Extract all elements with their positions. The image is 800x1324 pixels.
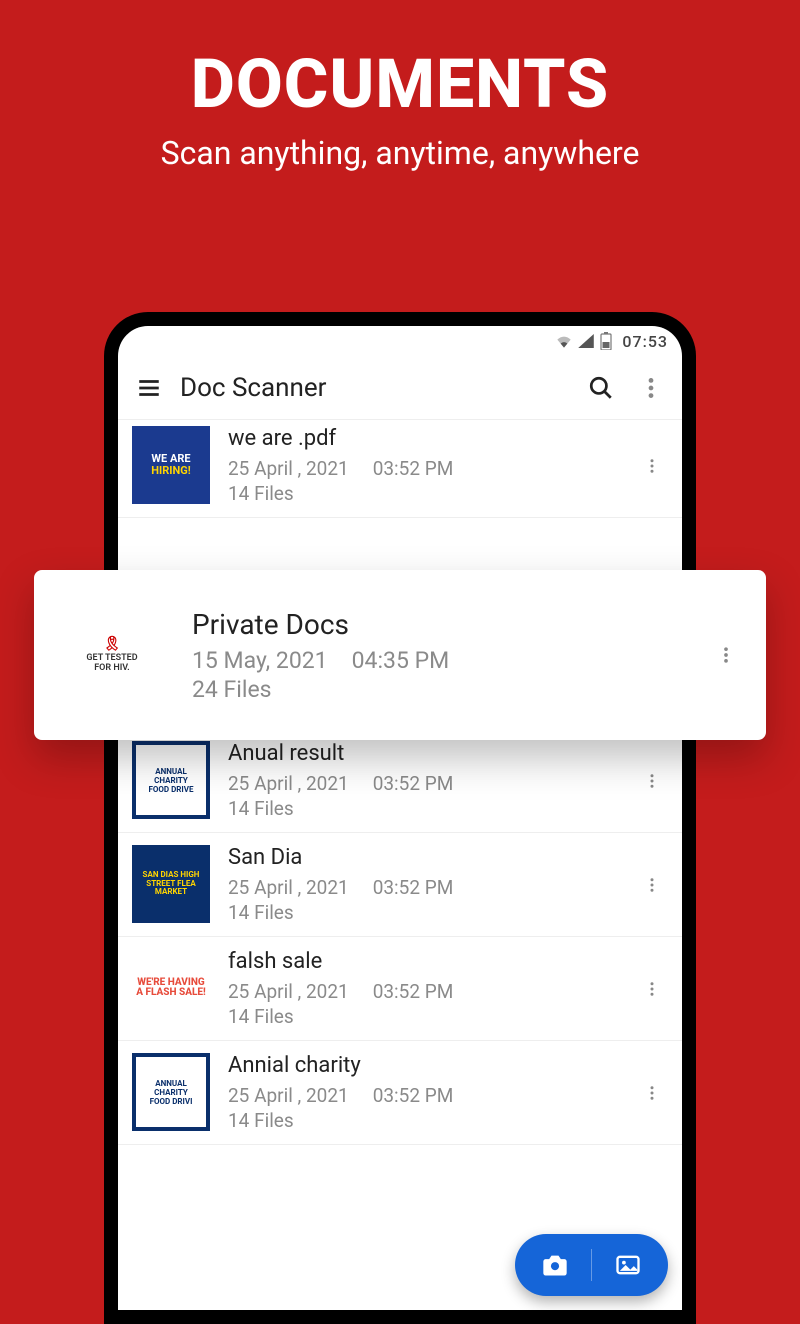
thumb-text: ANNUAL CHARITY [140,767,202,785]
list-item-thumbnail: WE ARE HIRING! [132,426,210,504]
list-item-date: 25 April , 2021 [228,772,349,795]
list-item-time: 03:52 PM [373,1084,454,1107]
list-item-date: 25 April , 2021 [228,1084,349,1107]
list-item-body: Annial charity 25 April , 2021 03:52 PM 1… [228,1053,636,1132]
list-item-more-button[interactable] [636,769,668,793]
highlight-time: 04:35 PM [352,647,450,674]
list-item-count: 14 Files [228,482,636,505]
list-item[interactable]: ANNUAL CHARITY FOOD DRIVE Anual result 2… [118,729,682,833]
highlight-thumbnail: 🎗 GET TESTED FOR HIV. [58,601,166,709]
status-bar: 07:53 [118,326,682,356]
menu-icon[interactable] [136,375,162,401]
battery-icon [600,332,612,350]
list-item[interactable]: ANNUAL CHARITY FOOD DRIVI Annial charity… [118,1041,682,1145]
list-item-body: we are .pdf 25 April , 2021 03:52 PM 14 F… [228,426,636,505]
list-item-body: Anual result 25 April , 2021 03:52 PM 14 … [228,741,636,820]
list-item[interactable]: WE ARE HIRING! we are .pdf 25 April , 20… [118,420,682,518]
list-item-title: San Dia [228,845,636,870]
highlight-card[interactable]: 🎗 GET TESTED FOR HIV. Private Docs 15 Ma… [34,570,766,740]
list-item-time: 03:52 PM [373,457,454,480]
list-item-date: 25 April , 2021 [228,980,349,1003]
list-item-title: Annial charity [228,1053,636,1078]
page-subtitle: Scan anything, anytime, anywhere [0,134,800,172]
gallery-icon[interactable] [614,1251,642,1279]
list-item-more-button[interactable] [636,454,668,478]
scan-fab[interactable] [515,1234,668,1296]
list-item-date: 25 April , 2021 [228,457,349,480]
list-item-title: Anual result [228,741,636,766]
phone-frame: 07:53 Doc Scanner WE ARE HIRING! we are … [104,312,696,1324]
list-item-time: 03:52 PM [373,876,454,899]
list-item[interactable]: SAN DIAS HIGH STREET FLEA MARKET San Dia… [118,833,682,937]
list-item-title: falsh sale [228,949,636,974]
highlight-title: Private Docs [192,608,710,641]
list-item-thumbnail: ANNUAL CHARITY FOOD DRIVE [132,741,210,819]
camera-icon[interactable] [541,1251,569,1279]
thumb-text: A FLASH SALE! [136,988,205,999]
highlight-more-button[interactable] [710,641,742,669]
list-item-thumbnail: SAN DIAS HIGH STREET FLEA MARKET [132,845,210,923]
document-list[interactable]: WE ARE HIRING! we are .pdf 25 April , 20… [118,420,682,1310]
list-item-thumbnail: WE'RE HAVING A FLASH SALE! [132,949,210,1027]
search-icon[interactable] [588,375,614,401]
ribbon-icon: 🎗 [103,636,121,653]
status-time: 07:53 [622,332,668,351]
overflow-menu-icon[interactable] [638,375,664,401]
list-item-more-button[interactable] [636,977,668,1001]
thumb-text: FOOD DRIVI [150,1097,193,1106]
thumb-text: STREET FLEA MARKET [136,880,206,898]
thumb-text: FOR HIV. [94,663,130,674]
wifi-icon [556,334,572,348]
list-item-count: 14 Files [228,1109,636,1132]
fab-divider [591,1249,592,1281]
list-item[interactable]: WE'RE HAVING A FLASH SALE! falsh sale 25… [118,937,682,1041]
app-title: Doc Scanner [180,373,588,403]
highlight-count: 24 Files [192,676,710,703]
page-title: DOCUMENTS [0,44,800,124]
list-item-thumbnail: ANNUAL CHARITY FOOD DRIVI [132,1053,210,1131]
highlight-date: 15 May, 2021 [192,647,328,674]
thumb-text: HIRING! [151,465,190,477]
highlight-body: Private Docs 15 May, 2021 04:35 PM 24 Fil… [192,608,710,703]
list-item-time: 03:52 PM [373,980,454,1003]
list-item-more-button[interactable] [636,873,668,897]
thumb-text: ANNUAL CHARITY [140,1079,202,1097]
thumb-text: FOOD DRIVE [149,785,194,794]
app-bar: Doc Scanner [118,356,682,420]
thumb-text: GET TESTED [86,653,137,664]
list-item-count: 14 Files [228,901,636,924]
list-item-more-button[interactable] [636,1081,668,1105]
list-item-count: 14 Files [228,797,636,820]
phone-screen: 07:53 Doc Scanner WE ARE HIRING! we are … [118,326,682,1310]
list-item-body: falsh sale 25 April , 2021 03:52 PM 14 Fi… [228,949,636,1028]
list-item-title: we are .pdf [228,426,636,451]
signal-icon [578,334,594,348]
list-item-count: 14 Files [228,1005,636,1028]
list-item-time: 03:52 PM [373,772,454,795]
list-item-body: San Dia 25 April , 2021 03:52 PM 14 Files [228,845,636,924]
list-item-date: 25 April , 2021 [228,876,349,899]
